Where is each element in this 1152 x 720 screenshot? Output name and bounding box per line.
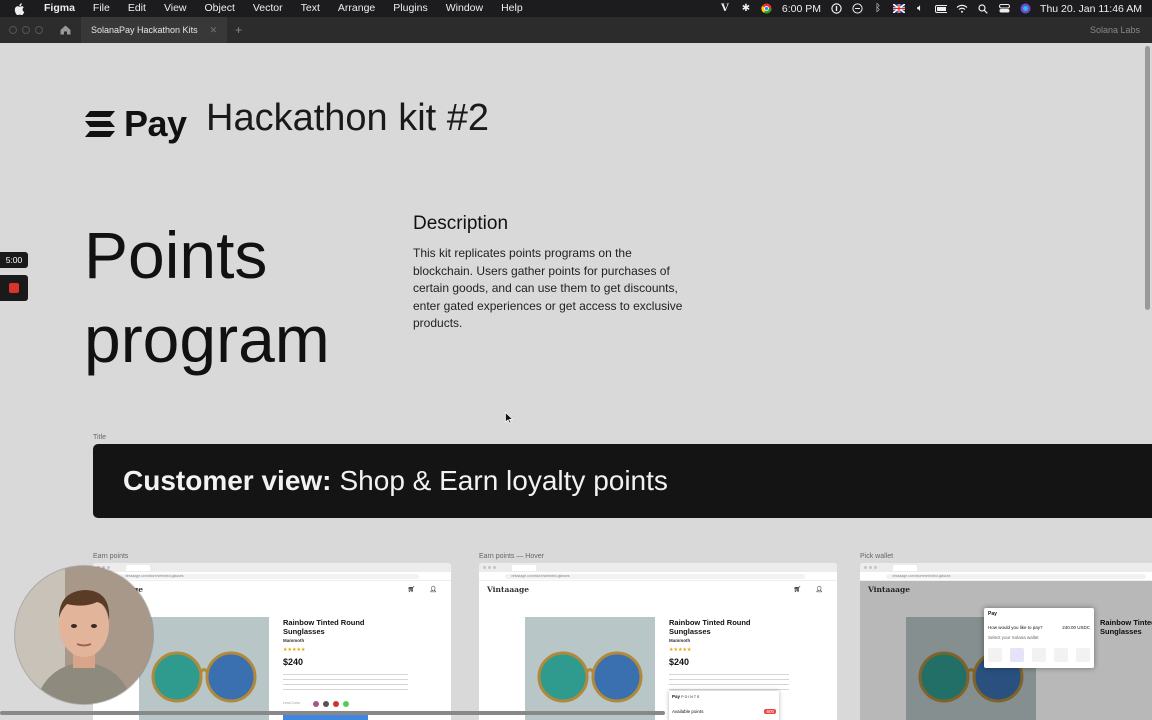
apple-icon[interactable]	[14, 2, 28, 15]
pay-modal: Pay How would you like to pay? 240.00 USD…	[984, 608, 1094, 668]
window-controls	[9, 26, 43, 34]
mouse-cursor-icon	[505, 412, 513, 424]
product-title: Rainbow Tinted Round Sunglasses	[283, 618, 365, 636]
page-heading: Hackathon kit #2	[206, 97, 490, 139]
clock-widget[interactable]: 6:00 PM	[782, 3, 821, 15]
product-rating: ★★★★★	[669, 647, 692, 653]
figma-canvas[interactable]: Pay Hackathon kit #2 Points program Desc…	[0, 43, 1152, 720]
solana-pay-logo: Pay	[84, 103, 187, 145]
modal-amount: 240.00 USDC	[1062, 625, 1090, 630]
vertical-scrollbar[interactable]	[1145, 46, 1150, 310]
points-popup: Pay POINTS Available points 600	[669, 691, 779, 720]
browser-url-bar: vintaaage.com/store/selected-glasses	[860, 572, 1152, 581]
product-price: $240	[283, 657, 304, 667]
shop-header: Vintaaage🛒︎ 👤︎	[93, 581, 451, 597]
lens-color-swatches	[313, 701, 349, 707]
menubar-datetime[interactable]: Thu 20. Jan 11:46 AM	[1040, 3, 1142, 15]
close-window-button[interactable]	[9, 26, 17, 34]
modal-question: How would you like to pay?	[988, 625, 1043, 630]
product-brand: Mammoth	[283, 638, 305, 643]
big-title: Points program	[84, 213, 404, 381]
browser-url-bar: vintaaage.com/store/selected-glasses	[479, 572, 837, 581]
frame-label-earn-points[interactable]: Earn points	[93, 553, 128, 560]
wifi-icon[interactable]	[956, 3, 968, 15]
lens-color-label: Lens Color	[283, 701, 300, 705]
frame-label-earn-points-hover[interactable]: Earn points — Hover	[479, 553, 544, 560]
cart-user-icons: 🛒︎ 👤︎	[407, 585, 443, 593]
big-title-line2: program	[84, 302, 330, 376]
frame-label-title[interactable]: Title	[93, 434, 106, 441]
browser-chrome	[479, 563, 837, 572]
menu-bar: Figma File Edit View Object Vector Text …	[0, 0, 1152, 17]
onepassword-icon[interactable]	[830, 3, 842, 15]
product-price: $240	[669, 657, 690, 667]
browser-chrome	[93, 563, 451, 572]
frame-pick-wallet[interactable]: vintaaage.com/store/selected-glasses Vin…	[860, 563, 1152, 720]
modal-select-wallet: Select your Solana wallet	[988, 635, 1039, 640]
menu-window[interactable]: Window	[437, 0, 492, 17]
points-value: 600	[764, 709, 776, 714]
frame-earn-points-hover[interactable]: vintaaage.com/store/selected-glasses Vin…	[479, 563, 837, 720]
home-icon[interactable]	[59, 24, 71, 36]
cart-user-icons: 🛒︎ 👤︎	[793, 585, 829, 593]
menu-vector[interactable]: Vector	[244, 0, 292, 17]
menu-app-figma[interactable]: Figma	[40, 0, 84, 17]
stop-recording-button[interactable]	[0, 275, 28, 301]
product-photo	[139, 617, 269, 720]
brightness-icon[interactable]: ✱	[740, 3, 752, 15]
tab-solanapay-hackathon-kits[interactable]: SolanaPay Hackathon Kits ✕	[81, 17, 228, 43]
minimize-window-button[interactable]	[22, 26, 30, 34]
chrome-icon[interactable]	[761, 3, 773, 15]
menu-file[interactable]: File	[84, 0, 119, 17]
modal-title: Pay	[988, 611, 997, 617]
browser-chrome	[860, 563, 1152, 572]
tab-title: SolanaPay Hackathon Kits	[91, 25, 198, 35]
menu-plugins[interactable]: Plugins	[384, 0, 436, 17]
solana-logo-icon	[85, 111, 115, 137]
product-description	[283, 674, 408, 692]
section-title-banner[interactable]: Customer view: Shop & Earn loyalty point…	[93, 444, 1152, 518]
menu-edit[interactable]: Edit	[119, 0, 155, 17]
battery-icon[interactable]	[935, 3, 948, 15]
description-body: This kit replicates points programs on t…	[413, 246, 683, 330]
product-brand: Mammoth	[669, 638, 691, 643]
product-photo	[525, 617, 655, 720]
menu-help[interactable]: Help	[492, 0, 532, 17]
bluetooth-icon[interactable]: ᛒ	[872, 3, 884, 15]
close-tab-icon[interactable]: ✕	[210, 25, 218, 36]
banner-bold-text: Customer view:	[123, 465, 332, 496]
stop-icon	[9, 283, 19, 293]
product-description	[669, 674, 789, 692]
menu-view[interactable]: View	[155, 0, 196, 17]
banner-text: Shop & Earn loyalty points	[339, 465, 668, 496]
product-rating: ★★★★★	[283, 647, 306, 653]
product-title: Rainbow Tinted Round Sunglasses	[669, 618, 751, 636]
new-tab-icon[interactable]: +	[235, 23, 242, 37]
control-center-icon[interactable]	[998, 3, 1010, 15]
siri-icon[interactable]	[1019, 3, 1031, 15]
keyboard-flag-icon[interactable]	[893, 3, 906, 15]
recording-timer: 5:00	[0, 252, 28, 268]
description-heading: Description	[413, 213, 509, 234]
zoom-window-button[interactable]	[35, 26, 43, 34]
menu-text[interactable]: Text	[292, 0, 329, 17]
browser-url-bar: vintaaage.com/store/selected-glasses	[93, 572, 451, 581]
frame-label-pick-wallet[interactable]: Pick wallet	[860, 553, 893, 560]
spotlight-search-icon[interactable]	[977, 3, 989, 15]
horizontal-scrollbar[interactable]	[0, 711, 665, 715]
available-points-label: Available points	[672, 709, 704, 714]
logo-pay-text: Pay	[124, 103, 187, 144]
do-not-disturb-icon[interactable]	[851, 3, 863, 15]
menu-object[interactable]: Object	[196, 0, 244, 17]
shop-name: Vintaaage	[487, 584, 530, 594]
figma-tab-bar: SolanaPay Hackathon Kits ✕ + Solana Labs	[0, 17, 1152, 43]
menu-arrange[interactable]: Arrange	[329, 0, 384, 17]
volume-icon[interactable]: 🔈︎	[914, 3, 926, 15]
team-name[interactable]: Solana Labs	[1090, 25, 1140, 35]
webcam-bubble[interactable]	[15, 566, 153, 704]
shop-header: Vintaaage 🛒︎ 👤︎	[479, 581, 837, 597]
big-title-line1: Points	[84, 218, 268, 292]
vectorize-icon[interactable]: V	[719, 3, 731, 15]
wallet-options	[988, 648, 1090, 662]
